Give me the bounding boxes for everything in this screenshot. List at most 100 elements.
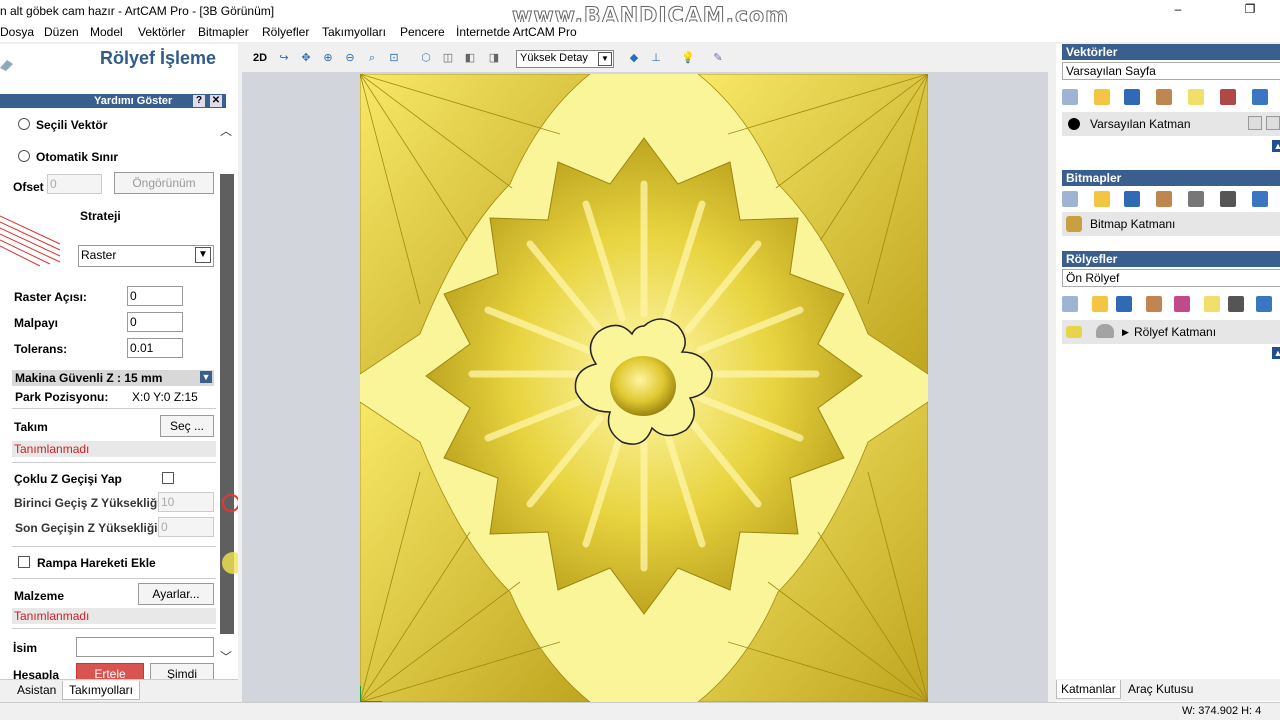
safe-z-bar[interactable]: Makina Güvenli Z : 15 mm ▼ [12,370,214,386]
menu-file[interactable]: Dosya [0,25,34,39]
chevron-up-icon[interactable]: ︿ [220,122,232,139]
open-folder-icon[interactable] [1092,296,1108,312]
menu-reliefs[interactable]: Rölyefler [262,25,309,39]
light-icon[interactable] [1188,89,1204,105]
delete-icon[interactable] [1256,296,1272,312]
raster-angle-input[interactable]: 0 [127,286,183,306]
paint-icon[interactable] [1228,296,1244,312]
zoom-box-icon[interactable]: ⌕ [364,50,380,66]
select-tool-button[interactable]: Seç ... [160,415,214,437]
menu-model[interactable]: Model [90,25,123,39]
paint-icon[interactable] [1220,191,1236,207]
tolerance-input[interactable]: 0.01 [127,338,183,358]
3d-viewport[interactable] [242,72,1048,702]
save-icon[interactable] [1124,89,1140,105]
new-layer-icon[interactable] [1062,191,1078,207]
open-folder-icon[interactable] [1094,89,1110,105]
tab-toolpaths[interactable]: Takımyolları [62,681,141,700]
rotate-icon[interactable]: ↪ [276,50,292,66]
name-input[interactable] [76,637,214,657]
restore-button[interactable]: ❐ [1230,2,1270,20]
close-icon[interactable]: ✕ [210,95,222,107]
layer-color-icon[interactable] [1068,118,1080,130]
radio-auto-boundary[interactable] [18,150,30,162]
vector-layer-row[interactable]: Varsayılan Katman [1062,112,1280,136]
menu-internet[interactable]: İnternetde ArtCAM Pro [456,25,577,39]
ramp-checkbox[interactable] [18,556,30,568]
new-layer-icon[interactable] [1062,296,1078,312]
visibility-icon[interactable] [1096,324,1114,338]
allowance-input[interactable]: 0 [127,312,183,332]
detail-select[interactable]: Yüksek Detay ▼ [516,50,614,68]
side-view-icon[interactable]: ◧ [462,50,478,66]
relief-layer-name: Rölyef Katmanı [1134,325,1217,339]
tab-layers[interactable]: Katmanlar [1056,680,1121,699]
merge-icon[interactable] [1220,89,1236,105]
radio-selected-vector[interactable] [18,118,30,130]
reliefs-sheet-select[interactable]: Ön Rölyef [1062,269,1280,287]
menu-toolpaths[interactable]: Takımyolları [322,25,386,39]
chevron-down-icon[interactable]: ▼ [195,247,211,263]
vectors-header: Vektörler [1062,44,1280,60]
delete-icon[interactable] [1252,191,1268,207]
vectors-sheet-select[interactable]: Varsayılan Sayfa [1062,62,1280,80]
material-icon[interactable]: ✎ [710,50,726,66]
raster-angle-label: Raster Açısı: [14,290,87,304]
2d-view-button[interactable]: 2D [250,50,270,66]
preview-button[interactable]: Öngörünüm [114,172,214,194]
combine-icon[interactable] [1174,296,1190,312]
menu-window[interactable]: Pencere [400,25,445,39]
bitmap-layer-row[interactable]: Bitmap Katmanı [1062,212,1280,236]
zoom-out-icon[interactable]: ⊖ [342,50,358,66]
help-label[interactable]: Yardımı Göster [94,95,172,107]
menu-edit[interactable]: Düzen [44,25,79,39]
vectors-toolbar [1062,86,1280,108]
iso-view-icon[interactable]: ⬡ [418,50,434,66]
expand-icon[interactable]: ▼ [200,371,212,383]
layers-icon[interactable] [1146,296,1162,312]
collapse-icon[interactable]: ▲ [1272,347,1280,359]
delete-icon[interactable] [1252,89,1268,105]
grid-icon[interactable] [1188,191,1204,207]
help-question-icon[interactable]: ? [193,95,205,107]
multi-z-label: Çoklu Z Geçişi Yap [14,472,122,486]
minimize-button[interactable]: – [1158,2,1198,20]
zoom-in-icon[interactable]: ⊕ [320,50,336,66]
front-view-icon[interactable]: ◫ [440,50,456,66]
material-settings-button[interactable]: Ayarlar... [138,583,214,605]
first-pass-input[interactable]: 10 [158,492,214,512]
axis-icon[interactable]: ⊥ [648,50,664,66]
layers-icon[interactable] [1156,89,1172,105]
selected-vector-label: Seçili Vektör [36,118,108,132]
multi-z-checkbox[interactable] [162,472,174,484]
raster-strategy-icon [0,215,61,267]
save-icon[interactable] [1124,191,1140,207]
tab-toolbox[interactable]: Araç Kutusu [1128,682,1193,696]
shading-icon[interactable]: ◆ [626,50,642,66]
light-icon[interactable] [1204,296,1220,312]
tolerance-label: Tolerans: [14,342,68,356]
lock-icon[interactable] [1248,116,1262,130]
back-view-icon[interactable]: ◨ [486,50,502,66]
pen-icon[interactable] [1266,116,1280,130]
new-layer-icon[interactable] [1062,89,1078,105]
last-pass-input[interactable]: 0 [158,517,214,537]
zoom-fit-icon[interactable]: ⊡ [386,50,402,66]
menu-bitmaps[interactable]: Bitmapler [198,25,249,39]
collapse-icon[interactable]: ▲ [1272,140,1280,152]
tab-assistant[interactable]: Asistan [17,683,56,697]
offset-input[interactable]: 0 [47,174,102,194]
relief-layer-row[interactable]: ▶ Rölyef Katmanı [1062,320,1280,344]
strategy-value: Raster [81,248,117,262]
chevron-down-icon[interactable]: ▼ [598,52,612,66]
expand-arrow-icon[interactable]: ▶ [1122,320,1129,344]
layers-icon[interactable] [1156,191,1172,207]
help-bar: Yardımı Göster ? ✕ [0,94,226,108]
save-icon[interactable] [1116,296,1132,312]
pan-icon[interactable]: ✥ [298,50,314,66]
light-icon[interactable]: 💡 [680,50,696,66]
strategy-select[interactable]: Raster ▼ [78,245,214,267]
chevron-down-icon[interactable]: ﹀ [220,648,232,665]
menu-vectors[interactable]: Vektörler [138,25,185,39]
open-folder-icon[interactable] [1094,191,1110,207]
